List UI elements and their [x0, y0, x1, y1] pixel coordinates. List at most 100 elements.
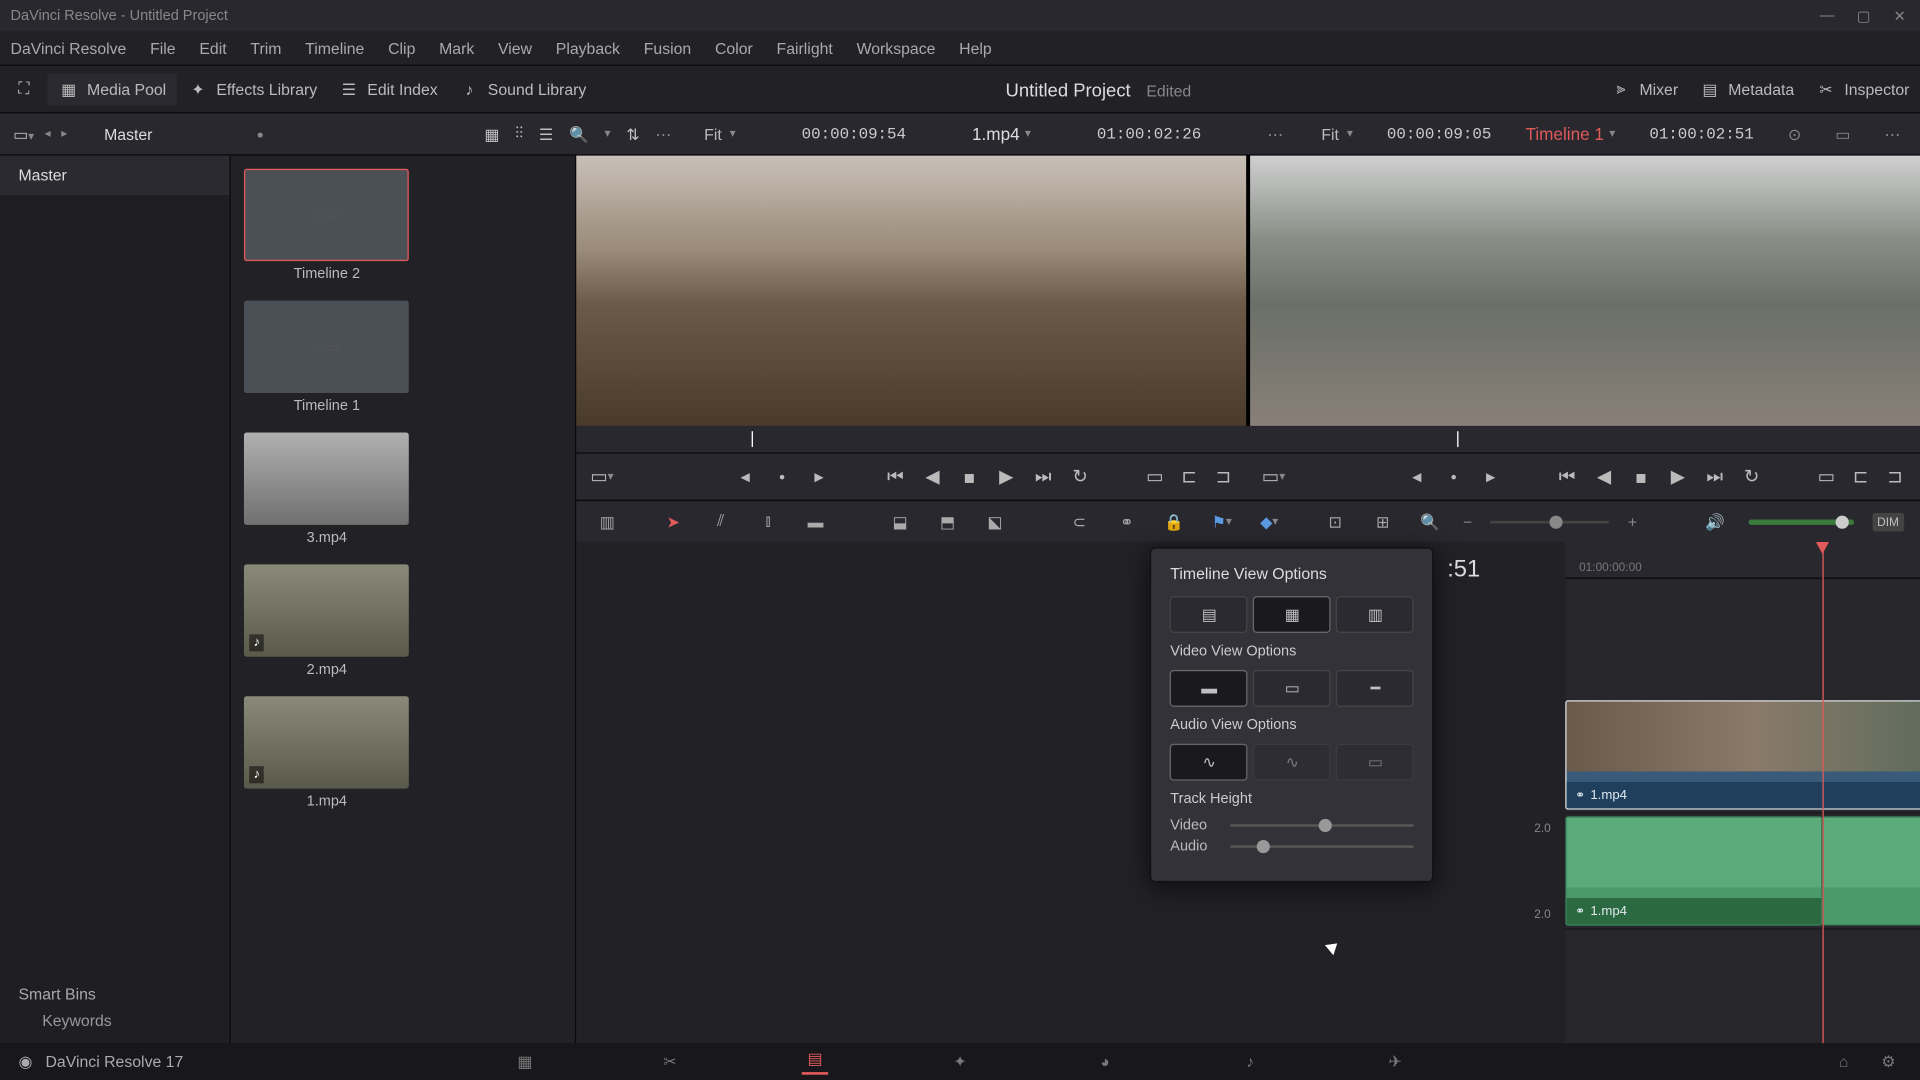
page-edit-icon[interactable]: ▤ [802, 1048, 828, 1074]
replace-icon[interactable]: ⬕ [980, 508, 1009, 534]
master-label[interactable]: Master [104, 125, 152, 143]
settings-icon[interactable]: ⚙ [1875, 1048, 1901, 1074]
menu-fairlight[interactable]: Fairlight [777, 39, 833, 57]
video-clip[interactable]: ⚭1.mp4 [1566, 700, 1920, 809]
menu-color[interactable]: Color [715, 39, 753, 57]
overwrite-icon[interactable]: ⬒ [933, 508, 962, 534]
source-jog-back-icon[interactable]: ◂ [733, 465, 757, 489]
program-viewer[interactable] [1250, 156, 1920, 426]
marker-icon[interactable]: ◆▾ [1255, 508, 1284, 534]
expand-icon[interactable]: ▭ [1835, 125, 1850, 143]
timeline-tracks[interactable]: 01:00:00:00 01:00:04:00 01:00:08:00 ⚭1.m… [1566, 542, 1920, 1043]
zoom-slider[interactable] [1491, 520, 1610, 523]
program-next-icon[interactable]: ⏭ [1703, 465, 1727, 489]
menu-mark[interactable]: Mark [439, 39, 474, 57]
menu-trim[interactable]: Trim [250, 39, 281, 57]
program-match-icon[interactable]: ▭ [1815, 465, 1839, 489]
page-color-icon[interactable]: ◕ [1092, 1048, 1118, 1074]
sound-library-button[interactable]: ♪ Sound Library [448, 73, 597, 105]
audio-clip[interactable] [1823, 816, 1920, 925]
program-in-icon[interactable]: ⊏ [1849, 465, 1873, 489]
program-tc-out[interactable]: 01:00:02:51 [1649, 125, 1753, 143]
close-icon[interactable]: ✕ [1894, 8, 1910, 24]
timeline-view-options-button[interactable]: ▥ [593, 508, 622, 534]
media-item[interactable]: 3.mp4 [244, 433, 409, 546]
media-item[interactable]: ▭▭Timeline 2 [244, 169, 409, 282]
view-thumbs-icon[interactable]: ▦ [484, 125, 499, 143]
menu-file[interactable]: File [150, 39, 176, 57]
program-out-icon[interactable]: ⊐ [1883, 465, 1907, 489]
trim-tool-icon[interactable]: ⫽ [706, 508, 735, 534]
source-clip-name[interactable]: 1.mp4▾ [972, 124, 1031, 144]
source-mode-icon[interactable]: ▭▾ [590, 465, 614, 489]
zoom-out-icon[interactable]: − [1463, 512, 1472, 530]
blade-tool-icon[interactable]: ▬ [801, 508, 830, 534]
out-point-icon[interactable]: ⊐ [1212, 465, 1236, 489]
menu-playback[interactable]: Playback [556, 39, 620, 57]
menu-clip[interactable]: Clip [388, 39, 415, 57]
more-icon[interactable]: ⋯ [655, 125, 672, 143]
zoom-in-icon[interactable]: + [1628, 512, 1637, 530]
nav-fwd-icon[interactable]: ▸ [61, 127, 67, 142]
audio-track-1[interactable]: 2.0 2.0 ⚭1.mp4⚭1.mp4⚭1.mp4 [1566, 814, 1920, 930]
sort-dropdown-icon[interactable]: ▾ [604, 127, 610, 142]
source-tc-out[interactable]: 01:00:02:26 [1097, 125, 1201, 143]
fullscreen-icon[interactable]: ⛶ [13, 78, 34, 99]
source-next-icon[interactable]: ⏭ [1031, 465, 1055, 489]
video-simple-icon[interactable]: ━ [1336, 670, 1414, 707]
program-mode-icon[interactable]: ▭▾ [1262, 465, 1286, 489]
tlopt-subtitle-icon[interactable]: ▦ [1253, 596, 1331, 633]
audio-height-slider[interactable] [1231, 845, 1414, 848]
inspector-button[interactable]: ✂ Inspector [1805, 73, 1920, 105]
volume-icon[interactable]: 🔊 [1700, 508, 1729, 534]
dynamic-trim-icon[interactable]: ⫾ [754, 508, 783, 534]
zoom-detail-icon[interactable]: ⊞ [1368, 508, 1397, 534]
zoom-full-icon[interactable]: ⊡ [1321, 508, 1350, 534]
program-jog-back-icon[interactable]: ◂ [1405, 465, 1429, 489]
link-icon[interactable]: ⚭ [1112, 508, 1141, 534]
page-fusion-icon[interactable]: ✦ [947, 1048, 973, 1074]
view-grid-icon[interactable]: ⫶⫶ [515, 124, 523, 144]
audio-full-icon[interactable]: ∿ [1253, 744, 1331, 781]
source-first-icon[interactable]: ⏮ [884, 465, 908, 489]
media-pool-button[interactable]: ▦ Media Pool [47, 73, 176, 105]
source-jog-fwd-icon[interactable]: ▸ [807, 465, 831, 489]
scrub-bar[interactable] [577, 426, 1920, 452]
source-viewer[interactable] [577, 156, 1247, 426]
program-play-icon[interactable]: ▶ [1666, 465, 1690, 489]
mixer-button[interactable]: ⫸ Mixer [1600, 73, 1689, 105]
program-first-icon[interactable]: ⏮ [1555, 465, 1579, 489]
playhead[interactable] [1823, 542, 1824, 1043]
menu-fusion[interactable]: Fusion [644, 39, 692, 57]
timeline-ruler[interactable]: 01:00:00:00 01:00:04:00 01:00:08:00 [1566, 542, 1920, 579]
lock-icon[interactable]: 🔒 [1160, 508, 1189, 534]
selection-tool-icon[interactable]: ➤ [659, 508, 688, 534]
tlopt-audio-icon[interactable]: ▥ [1336, 596, 1414, 633]
bin-dropdown-icon[interactable]: ▭▾ [13, 125, 34, 143]
menu-help[interactable]: Help [959, 39, 992, 57]
source-more-icon[interactable]: ⋯ [1267, 125, 1284, 143]
zoom-custom-icon[interactable]: 🔍 [1416, 508, 1445, 534]
program-jog-dot-icon[interactable]: ● [1442, 465, 1466, 489]
menu-workspace[interactable]: Workspace [857, 39, 936, 57]
flag-icon[interactable]: ⚑▾ [1207, 508, 1236, 534]
program-more-icon[interactable]: ⋯ [1884, 125, 1901, 143]
page-deliver-icon[interactable]: ✈ [1382, 1048, 1408, 1074]
menu-timeline[interactable]: Timeline [305, 39, 364, 57]
source-play-icon[interactable]: ▶ [994, 465, 1018, 489]
insert-icon[interactable]: ⬓ [885, 508, 914, 534]
page-fairlight-icon[interactable]: ♪ [1237, 1048, 1263, 1074]
audio-none-icon[interactable]: ▭ [1336, 744, 1414, 781]
program-loop-icon[interactable]: ↻ [1740, 465, 1764, 489]
video-filmstrip-icon[interactable]: ▬ [1170, 670, 1248, 707]
program-zoom-dropdown[interactable]: Fit▾ [1321, 125, 1352, 143]
view-list-icon[interactable]: ☰ [539, 125, 553, 143]
source-loop-icon[interactable]: ↻ [1068, 465, 1092, 489]
audio-clip[interactable]: ⚭1.mp4 [1566, 816, 1823, 925]
volume-slider[interactable] [1748, 519, 1853, 524]
tlopt-stacked-icon[interactable]: ▤ [1170, 596, 1248, 633]
effects-library-button[interactable]: ✦ Effects Library [177, 73, 328, 105]
keywords-bin[interactable]: Keywords [18, 1004, 211, 1030]
page-media-icon[interactable]: ▦ [512, 1048, 538, 1074]
home-icon[interactable]: ⌂ [1830, 1048, 1856, 1074]
